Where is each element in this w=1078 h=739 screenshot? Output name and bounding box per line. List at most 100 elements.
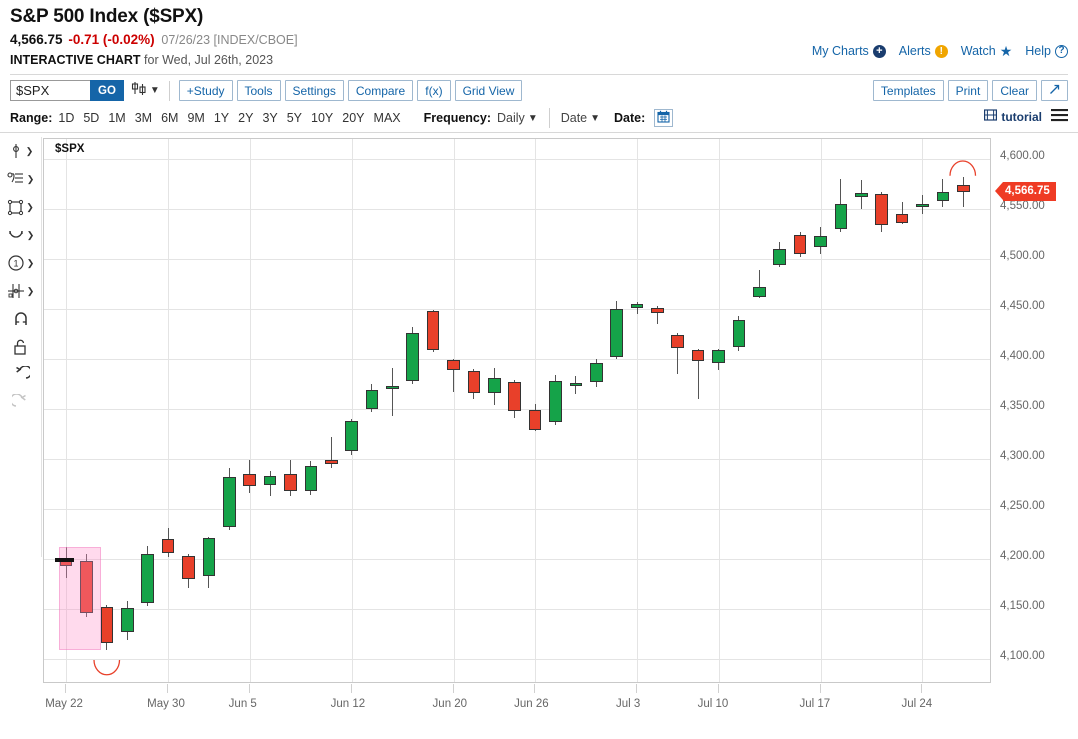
candlestick[interactable]: [732, 139, 746, 684]
range-9m[interactable]: 9M: [187, 111, 204, 125]
tutorial-link[interactable]: tutorial: [984, 109, 1042, 124]
hamburger-menu-icon[interactable]: [1051, 108, 1068, 125]
templates-button[interactable]: Templates: [872, 80, 944, 101]
shape-tool[interactable]: ❯: [0, 193, 42, 221]
compare-button[interactable]: Compare: [347, 80, 414, 101]
date-chevron-down-icon[interactable]: ▼: [590, 113, 600, 124]
range-2y[interactable]: 2Y: [238, 111, 253, 125]
candle-body: [569, 383, 583, 386]
candlestick[interactable]: [121, 139, 134, 684]
frequency-chevron-down-icon[interactable]: ▼: [528, 113, 538, 124]
measure-tool[interactable]: ❯: [0, 277, 42, 305]
range-5d[interactable]: 5D: [83, 111, 99, 125]
candlestick[interactable]: [671, 139, 685, 684]
candlestick[interactable]: [875, 139, 888, 684]
candlestick[interactable]: [508, 139, 521, 684]
candlestick[interactable]: [651, 139, 664, 684]
candlestick[interactable]: [549, 139, 562, 684]
candlestick[interactable]: [753, 139, 766, 684]
candlestick[interactable]: [956, 139, 970, 684]
print-button[interactable]: Print: [947, 80, 989, 101]
candle-body: [304, 466, 318, 491]
candlestick[interactable]: [467, 139, 481, 684]
nav-watch[interactable]: Watch ★: [961, 44, 1013, 59]
candlestick[interactable]: [161, 139, 175, 684]
calendar-button[interactable]: [654, 109, 674, 127]
date-axis-tick: Jul 3: [616, 698, 641, 710]
range-5y[interactable]: 5Y: [287, 111, 302, 125]
candlestick[interactable]: [263, 139, 277, 684]
candlestick[interactable]: [222, 139, 236, 684]
function-button[interactable]: f(x): [417, 80, 451, 101]
candlestick[interactable]: [936, 139, 950, 684]
go-button[interactable]: GO: [90, 80, 124, 101]
nav-alerts[interactable]: Alerts !: [899, 44, 948, 58]
candlestick[interactable]: [202, 139, 216, 684]
tools-button[interactable]: Tools: [236, 80, 281, 101]
candlestick[interactable]: [691, 139, 705, 684]
candlestick[interactable]: [589, 139, 603, 684]
number-tool[interactable]: 1 ❯: [0, 249, 42, 277]
candlestick[interactable]: [488, 139, 501, 684]
undo-tool[interactable]: [0, 361, 42, 389]
candlestick[interactable]: [182, 139, 195, 684]
range-6m[interactable]: 6M: [161, 111, 178, 125]
candlestick[interactable]: [814, 139, 827, 684]
arc-tool[interactable]: ❯: [0, 221, 42, 249]
clear-button[interactable]: Clear: [992, 80, 1037, 101]
range-1m[interactable]: 1M: [108, 111, 125, 125]
settings-button[interactable]: Settings: [284, 80, 344, 101]
candlestick[interactable]: [100, 139, 114, 684]
candlestick[interactable]: [284, 139, 297, 684]
expand-button[interactable]: [1041, 80, 1068, 101]
chart-type-selector[interactable]: ▼: [131, 81, 160, 101]
candlestick[interactable]: [447, 139, 460, 684]
candlestick[interactable]: [854, 139, 868, 684]
grid-view-button[interactable]: Grid View: [454, 80, 523, 101]
arc-annotation[interactable]: [949, 160, 977, 177]
price-badge-arrow: [995, 182, 1003, 201]
candlestick[interactable]: [895, 139, 909, 684]
annotation-tool[interactable]: ❯: [0, 165, 42, 193]
candlestick[interactable]: [324, 139, 338, 684]
magnet-tool[interactable]: [0, 305, 42, 333]
range-10y[interactable]: 10Y: [311, 111, 333, 125]
candlestick[interactable]: [345, 139, 358, 684]
selection-highlight-box[interactable]: [59, 547, 102, 650]
candlestick[interactable]: [630, 139, 644, 684]
range-3m[interactable]: 3M: [135, 111, 152, 125]
candlestick[interactable]: [773, 139, 787, 684]
symbol-input[interactable]: [10, 80, 90, 101]
candle-body: [447, 360, 460, 370]
frequency-select[interactable]: Daily: [497, 111, 525, 125]
line-tool[interactable]: ❯: [0, 137, 42, 165]
nav-my-charts[interactable]: My Charts +: [812, 44, 886, 58]
range-1d[interactable]: 1D: [58, 111, 74, 125]
range-1y[interactable]: 1Y: [214, 111, 229, 125]
redo-tool[interactable]: [0, 389, 42, 417]
candlestick[interactable]: [406, 139, 420, 684]
nav-help[interactable]: Help ?: [1025, 44, 1068, 58]
candlestick[interactable]: [528, 139, 542, 684]
candle-body: [365, 390, 379, 409]
candlestick[interactable]: [834, 139, 848, 684]
candlestick[interactable]: [712, 139, 725, 684]
price-chart-plot[interactable]: $SPX: [43, 138, 991, 683]
range-20y[interactable]: 20Y: [342, 111, 364, 125]
candlestick[interactable]: [426, 139, 440, 684]
range-max[interactable]: MAX: [374, 111, 401, 125]
candlestick[interactable]: [365, 139, 379, 684]
lock-tool[interactable]: [0, 333, 42, 361]
candlestick[interactable]: [141, 139, 155, 684]
arc-annotation[interactable]: [93, 659, 121, 676]
candlestick[interactable]: [916, 139, 929, 684]
candlestick[interactable]: [243, 139, 256, 684]
date-select[interactable]: Date: [561, 111, 587, 125]
candlestick[interactable]: [569, 139, 583, 684]
study-button[interactable]: +Study: [178, 80, 233, 101]
candlestick[interactable]: [610, 139, 623, 684]
range-3y[interactable]: 3Y: [262, 111, 277, 125]
candlestick[interactable]: [304, 139, 318, 684]
candlestick[interactable]: [793, 139, 807, 684]
candlestick[interactable]: [386, 139, 399, 684]
